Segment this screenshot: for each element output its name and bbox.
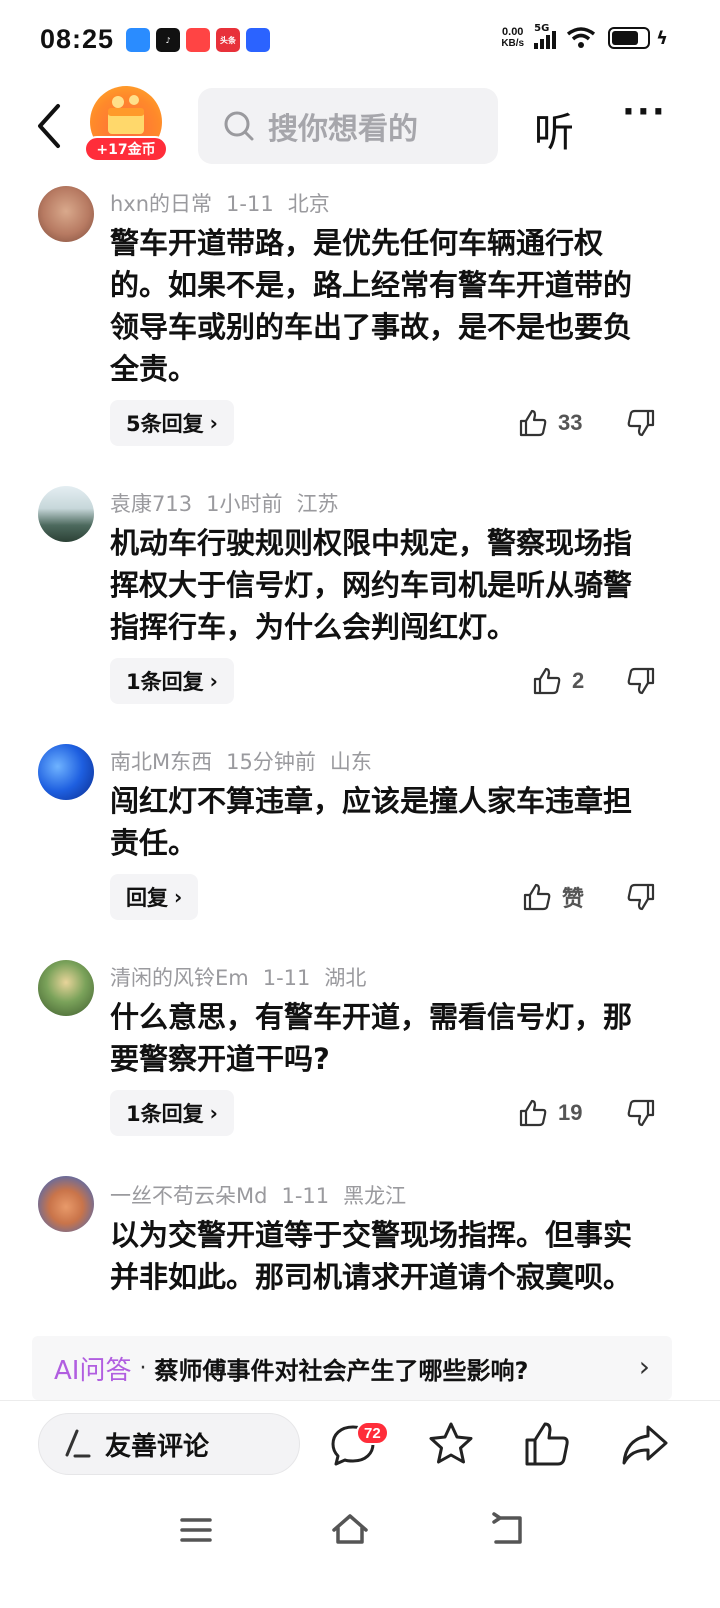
like-button[interactable]: 赞 [522, 874, 584, 920]
comment-text: 机动车行驶规则权限中规定，警察现场指挥权大于信号灯，网约车司机是听从骑警指挥行车… [110, 526, 633, 644]
comment-username[interactable]: 清闲的风铃Em [110, 966, 249, 990]
thumbs-up-icon [519, 1099, 547, 1127]
comment-meta: 清闲的风铃Em 1-11 湖北 [110, 962, 380, 992]
avatar[interactable] [38, 486, 94, 542]
dislike-button[interactable] [626, 658, 660, 704]
thumbs-up-icon[interactable] [522, 1419, 572, 1469]
thumbs-up-icon [533, 667, 561, 695]
reply-button[interactable]: 回复 › [110, 874, 199, 920]
status-app-icons: ♪ 头条 [126, 28, 270, 52]
ai-question: 蔡师傅事件对社会产生了哪些影响? [154, 1356, 529, 1385]
ai-qa-banner[interactable]: AI问答 · 蔡师傅事件对社会产生了哪些影响? › [32, 1336, 672, 1400]
pen-icon [65, 1429, 91, 1458]
comment-username[interactable]: hxn的日常 [110, 192, 212, 216]
bottom-action-bar: 友善评论 72 [0, 1400, 720, 1486]
thumbs-down-icon [627, 409, 655, 437]
comment-username[interactable]: 一丝不苟云朵Md [110, 1184, 267, 1208]
comment-meta: 袁康713 1小时前 江苏 [110, 488, 352, 518]
star-icon[interactable] [426, 1419, 476, 1469]
like-button[interactable]: 19 [518, 1090, 582, 1136]
avatar[interactable] [38, 960, 94, 1016]
more-options-button[interactable]: ··· [622, 92, 667, 132]
chevron-right-icon: › [638, 1350, 650, 1383]
comment-meta: 南北M东西 15分钟前 山东 [110, 746, 386, 776]
reply-button[interactable]: 5条回复 › [110, 400, 234, 446]
comment-date: 1小时前 [206, 492, 283, 516]
comment-username[interactable]: 南北M东西 [110, 750, 212, 774]
comment-text: 以为交警开道等于交警现场指挥。但事实并非如此。那司机请求开道请个寂寞呗。 [110, 1218, 633, 1294]
menu-icon[interactable] [176, 1510, 216, 1550]
back-nav-icon[interactable] [488, 1510, 528, 1550]
thumbs-up-icon [519, 409, 547, 437]
tiktok-icon: ♪ [156, 28, 180, 52]
like-count: 2 [572, 668, 585, 693]
status-bar: 08:25 ♪ 头条 0.00 KB/s 5G ϟ [0, 0, 720, 84]
search-input[interactable]: 搜你想看的 [198, 88, 498, 164]
like-count: 赞 [562, 886, 585, 911]
coin-reward-badge[interactable]: +17金币 [84, 84, 168, 166]
search-icon [224, 111, 254, 141]
comment-location: 北京 [287, 192, 330, 216]
system-navigation-bar [0, 1490, 720, 1608]
toutiao-icon: 头条 [216, 28, 240, 52]
share-icon[interactable] [620, 1419, 670, 1469]
thumbs-down-icon [627, 883, 655, 911]
comment-username[interactable]: 袁康713 [110, 492, 192, 516]
listen-button[interactable]: 听 [534, 100, 574, 158]
thumbs-down-icon [627, 667, 655, 695]
comment-count-badge: 72 [356, 1421, 389, 1445]
ai-qa-tag: AI问答 [54, 1355, 132, 1386]
ai-separator: · [139, 1355, 147, 1381]
comment-date: 1-11 [262, 966, 311, 990]
back-icon[interactable] [28, 98, 72, 154]
dislike-button[interactable] [626, 400, 660, 446]
avatar[interactable] [38, 744, 94, 800]
comment-location: 江苏 [296, 492, 339, 516]
comment-meta: 一丝不苟云朵Md 1-11 黑龙江 [110, 1180, 420, 1210]
charging-icon: ϟ [656, 27, 668, 49]
reply-button[interactable]: 1条回复 › [110, 658, 234, 704]
like-button[interactable]: 33 [518, 400, 582, 446]
wifi-icon [567, 27, 596, 48]
comment-input-label: 友善评论 [105, 1431, 210, 1462]
net-speed: 0.00 KB/s [501, 26, 525, 50]
app-icon-3 [186, 28, 210, 52]
comment-date: 1-11 [281, 1184, 330, 1208]
avatar[interactable] [38, 1176, 94, 1232]
status-time: 08:25 [40, 24, 115, 54]
comment-location: 湖北 [324, 966, 367, 990]
thumbs-up-icon [523, 883, 551, 911]
home-icon[interactable] [330, 1510, 370, 1550]
comment-text: 什么意思，有警车开道，需看信号灯，那要警察开道干吗? [110, 1000, 633, 1076]
comment-date: 1-11 [226, 192, 274, 216]
comment-date: 15分钟前 [226, 750, 316, 774]
comment-text: 警车开道带路，是优先任何车辆通行权的。如果不是，路上经常有警车开道带的领导车或别… [110, 226, 633, 386]
search-placeholder: 搜你想看的 [268, 112, 418, 147]
like-count: 19 [558, 1100, 583, 1125]
dislike-button[interactable] [626, 1090, 660, 1136]
comment-location: 山东 [329, 750, 372, 774]
coin-label: +17金币 [84, 136, 168, 162]
avatar[interactable] [38, 186, 94, 242]
comment-input[interactable]: 友善评论 [38, 1413, 300, 1475]
like-button[interactable]: 2 [532, 658, 584, 704]
app-icon-1 [126, 28, 150, 52]
battery-icon [608, 27, 651, 49]
comment-text: 闯红灯不算违章，应该是撞人家车违章担责任。 [110, 784, 633, 860]
comment-location: 黑龙江 [343, 1184, 407, 1208]
thumbs-down-icon [627, 1099, 655, 1127]
top-nav: +17金币 搜你想看的 听 ··· [0, 84, 720, 168]
comment-meta: hxn的日常 1-11 北京 [110, 188, 344, 218]
cellular-signal-icon: 5G [534, 23, 557, 49]
baidu-icon [246, 28, 270, 52]
like-count: 33 [558, 410, 583, 435]
status-indicators: 0.00 KB/s 5G ϟ [501, 23, 668, 50]
reply-button[interactable]: 1条回复 › [110, 1090, 234, 1136]
dislike-button[interactable] [626, 874, 660, 920]
